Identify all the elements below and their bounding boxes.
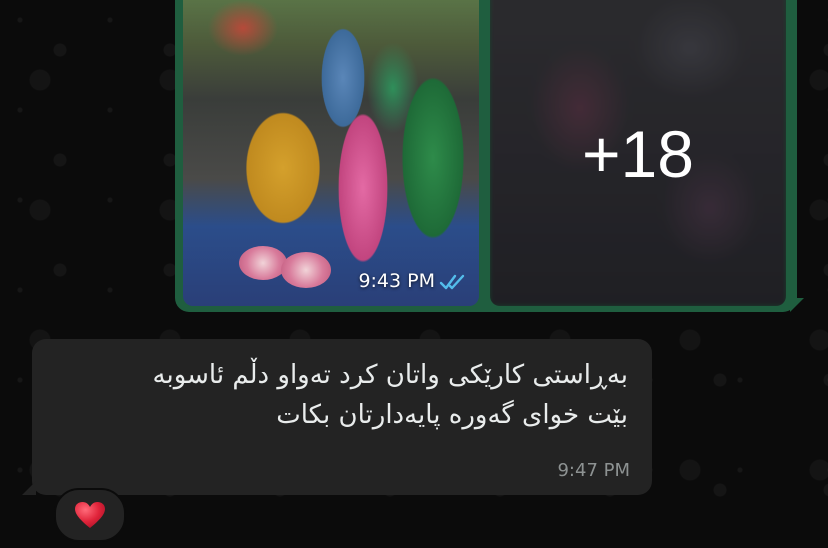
message-timestamp: 9:47 PM bbox=[557, 460, 630, 481]
media-photo-thumbnail[interactable]: 9:43 PM bbox=[183, 0, 479, 306]
reaction-badge[interactable] bbox=[54, 488, 126, 542]
incoming-bubble-tail bbox=[22, 481, 36, 495]
chat-background: 9:43 PM +18 بەڕاستی کارێکی واتان کرد تەو… bbox=[0, 0, 828, 548]
more-media-count: +18 bbox=[582, 117, 694, 191]
outgoing-bubble-tail bbox=[790, 298, 804, 312]
photo-plate-2 bbox=[281, 252, 331, 288]
message-text: بەڕاستی کارێکی واتان کرد تەواو دڵم ئاسوب… bbox=[152, 360, 628, 430]
read-double-check-icon bbox=[439, 274, 465, 290]
photo-content bbox=[183, 0, 479, 306]
incoming-message-bubble[interactable]: بەڕاستی کارێکی واتان کرد تەواو دڵم ئاسوب… bbox=[32, 339, 652, 495]
photo-plate-1 bbox=[239, 246, 287, 280]
media-more-thumbnail[interactable]: +18 bbox=[490, 0, 786, 306]
message-timestamp: 9:43 PM bbox=[358, 270, 435, 292]
red-heart-icon bbox=[75, 502, 105, 528]
